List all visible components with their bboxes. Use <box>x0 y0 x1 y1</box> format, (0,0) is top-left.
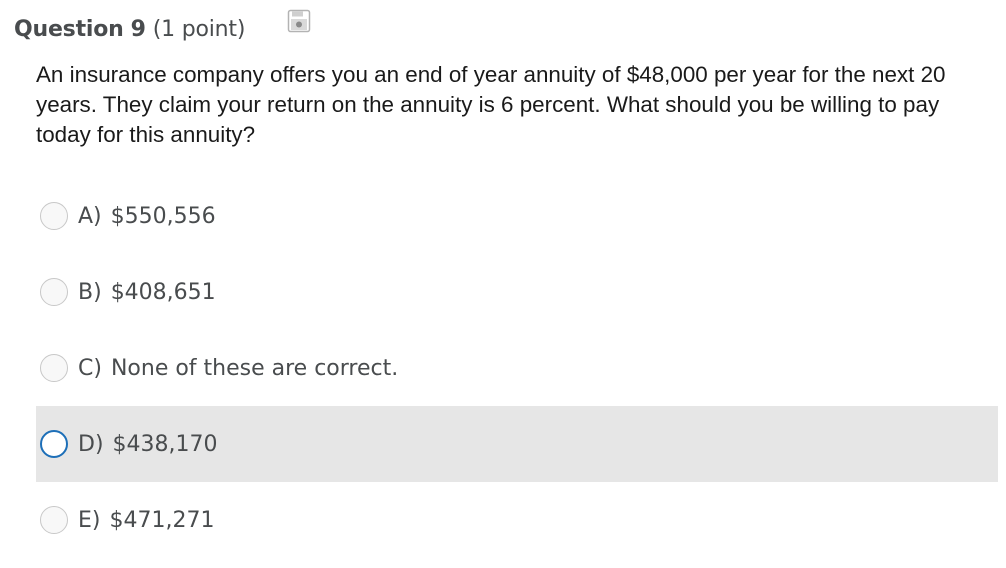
question-text: An insurance company offers you an end o… <box>36 62 946 147</box>
option-value: $471,271 <box>109 507 215 533</box>
option-letter: C) <box>78 355 102 381</box>
option-value: None of these are correct. <box>110 355 399 381</box>
radio-button-a[interactable] <box>40 202 68 230</box>
radio-button-e[interactable] <box>40 506 68 534</box>
question-header: Question 9 (1 point) <box>14 12 245 46</box>
option-e[interactable]: E) $471,271 <box>36 482 998 558</box>
option-a[interactable]: A) $550,556 <box>36 178 998 254</box>
radio-button-c[interactable] <box>40 354 68 382</box>
option-letter: A) <box>78 203 102 229</box>
option-b[interactable]: B) $408,651 <box>36 254 998 330</box>
radio-button-d[interactable] <box>40 430 68 458</box>
option-c[interactable]: C) None of these are correct. <box>36 330 998 406</box>
option-letter: D) <box>78 431 104 457</box>
option-letter: B) <box>78 279 102 305</box>
question-number: 9 <box>130 16 146 42</box>
question-label: Question <box>14 16 124 42</box>
question-points: (1 point) <box>152 16 246 42</box>
option-value: $550,556 <box>110 203 216 229</box>
option-value: $438,170 <box>112 431 218 457</box>
option-d[interactable]: D) $438,170 <box>36 406 998 482</box>
answer-options: A) $550,556 B) $408,651 C) None of these… <box>36 178 998 558</box>
option-letter: E) <box>78 507 101 533</box>
radio-button-b[interactable] <box>40 278 68 306</box>
save-icon[interactable] <box>287 9 311 33</box>
option-value: $408,651 <box>110 279 216 305</box>
